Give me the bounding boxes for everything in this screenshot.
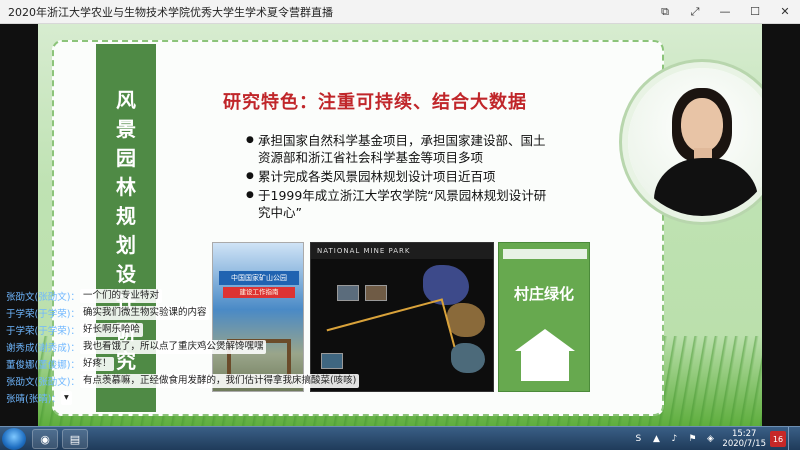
- fullscreen-icon[interactable]: ⤢: [680, 0, 710, 24]
- chat-separator: ：: [70, 308, 80, 320]
- flag-icon[interactable]: ⚑: [686, 433, 698, 445]
- chat-message: 于学荣(于学荣)： 好长啊乐哈哈: [0, 322, 330, 337]
- vertical-title-char: 园: [116, 146, 136, 170]
- maximize-icon[interactable]: ☐: [740, 0, 770, 24]
- trail-line: [326, 298, 456, 378]
- live-video[interactable]: 风 景 园 林 规 划 设 计 研 究 研究特色：注重可持续、结合大数据 承担国…: [0, 24, 800, 426]
- window-titlebar: 2020年浙江大学农业与生物技术学院优秀大学生学术夏令营群直播 ⧉ ⤢ — ☐ …: [0, 0, 800, 24]
- browser-icon[interactable]: ◉: [32, 429, 58, 449]
- presenter-video: [622, 62, 762, 222]
- network-icon[interactable]: ▲: [650, 433, 662, 445]
- ime-icon[interactable]: S: [632, 433, 644, 445]
- chat-sender[interactable]: 张劭文(张劭文): [0, 374, 70, 388]
- board-header: NATIONAL MINE PARK: [311, 243, 493, 259]
- house-roof-shape: [515, 329, 575, 351]
- chat-text: 我也看饿了，所以点了重庆鸡公煲解馋嘿嘿: [79, 339, 267, 354]
- vertical-title-char: 划: [116, 233, 136, 257]
- book-title: 村庄绿化: [513, 285, 574, 303]
- popout-icon[interactable]: ⧉: [650, 0, 680, 24]
- chat-message: 张晴(张晴)： ▾: [0, 390, 330, 405]
- photo-thumb: [337, 285, 359, 301]
- chat-sender[interactable]: 张劭文(张劭文): [0, 289, 70, 303]
- start-button[interactable]: [2, 428, 26, 450]
- chat-text: 好长啊乐哈哈: [79, 322, 143, 337]
- system-tray: S ▲ ♪ ⚑ ◈ 15:27 2020/7/15: [632, 429, 766, 449]
- shield-icon[interactable]: ◈: [704, 433, 716, 445]
- folder-icon[interactable]: ▤: [62, 429, 88, 449]
- chat-message: 谢秀成(谢秀成)： 我也看饿了，所以点了重庆鸡公煲解馋嘿嘿: [0, 339, 330, 354]
- chat-message: 董俊娜(董俊娜)： 好疼！: [0, 356, 330, 371]
- chat-sender[interactable]: 董俊娜(董俊娜): [0, 357, 70, 371]
- chat-text: 好疼！: [79, 356, 115, 371]
- slide-bullets: 承担国家自然科学基金项目，承担国家建设部、国土资源部和浙江省社会科学基金等项目多…: [246, 132, 556, 223]
- vertical-title-char: 设: [116, 262, 136, 286]
- chat-separator: ：: [51, 393, 61, 405]
- clock-time: 15:27: [731, 429, 757, 439]
- clock[interactable]: 15:27 2020/7/15: [722, 429, 766, 449]
- chat-sender[interactable]: 张晴(张晴): [0, 391, 51, 405]
- close-icon[interactable]: ✕: [770, 0, 800, 24]
- chat-sender[interactable]: 于学荣(于学荣): [0, 323, 70, 337]
- chat-sender[interactable]: 谢秀成(谢秀成): [0, 340, 70, 354]
- chat-text: 一个们的专业特对: [79, 288, 162, 303]
- windows-taskbar: ◉ ▤ S ▲ ♪ ⚑ ◈ 15:27 2020/7/15 16: [0, 426, 800, 450]
- photo-thumb: [365, 285, 387, 301]
- chat-separator: ：: [70, 376, 80, 388]
- photo-blob: [451, 343, 485, 373]
- vertical-title-char: 规: [116, 204, 136, 228]
- bullet-item: 于1999年成立浙江大学农学院“风景园林规划设计研究中心”: [246, 187, 556, 221]
- slide-heading: 研究特色：注重可持续、结合大数据: [223, 92, 527, 113]
- show-desktop-button[interactable]: [788, 427, 800, 450]
- chat-separator: ：: [70, 359, 80, 371]
- vertical-title-char: 风: [116, 88, 136, 112]
- vertical-title-char: 林: [116, 175, 136, 199]
- chat-message: 张劭文(张劭文)： 有点羡慕嘛，正经做食用发酵的，我们估计得拿我床搞酸菜(咳咳): [0, 373, 360, 388]
- chat-text: 有点羡慕嘛，正经做食用发酵的，我们估计得拿我床搞酸菜(咳咳): [79, 373, 360, 388]
- chat-message: 于学荣(于学荣)： 确实我们微生物实验课的内容: [0, 305, 330, 320]
- bullet-item: 累计完成各类风景园林规划设计项目近百项: [246, 168, 556, 185]
- poster-title: 中国国家矿山公园: [219, 271, 299, 285]
- house-shape: [521, 351, 569, 381]
- bullet-item: 承担国家自然科学基金项目，承担国家建设部、国土资源部和浙江省社会科学基金等项目多…: [246, 132, 556, 166]
- vertical-title-char: 景: [116, 117, 136, 141]
- chat-separator: ：: [70, 325, 80, 337]
- photo-blob: [423, 265, 469, 305]
- clock-date: 2020/7/15: [722, 439, 766, 449]
- book-cover-image: 村庄绿化: [498, 242, 590, 392]
- photo-blob: [447, 303, 485, 337]
- chat-text: 确实我们微生物实验课的内容: [79, 305, 210, 320]
- window-title: 2020年浙江大学农业与生物技术学院优秀大学生学术夏令营群直播: [8, 5, 333, 19]
- chat-separator: ：: [70, 291, 80, 303]
- chat-expand-icon[interactable]: ▾: [60, 390, 72, 405]
- chat-overlay: 张劭文(张劭文)： 一个们的专业特对 于学荣(于学荣)： 确实我们微生物实验课的…: [0, 288, 360, 407]
- mine-park-board-image: NATIONAL MINE PARK: [310, 242, 494, 392]
- volume-icon[interactable]: ♪: [668, 433, 680, 445]
- book-top-band: [503, 249, 587, 259]
- chat-message: 张劭文(张劭文)： 一个们的专业特对: [0, 288, 330, 303]
- notification-badge[interactable]: 16: [770, 431, 786, 447]
- chat-sender[interactable]: 于学荣(于学荣): [0, 306, 70, 320]
- minimize-icon[interactable]: —: [710, 0, 740, 24]
- presenter-face: [681, 98, 723, 152]
- chat-separator: ：: [70, 342, 80, 354]
